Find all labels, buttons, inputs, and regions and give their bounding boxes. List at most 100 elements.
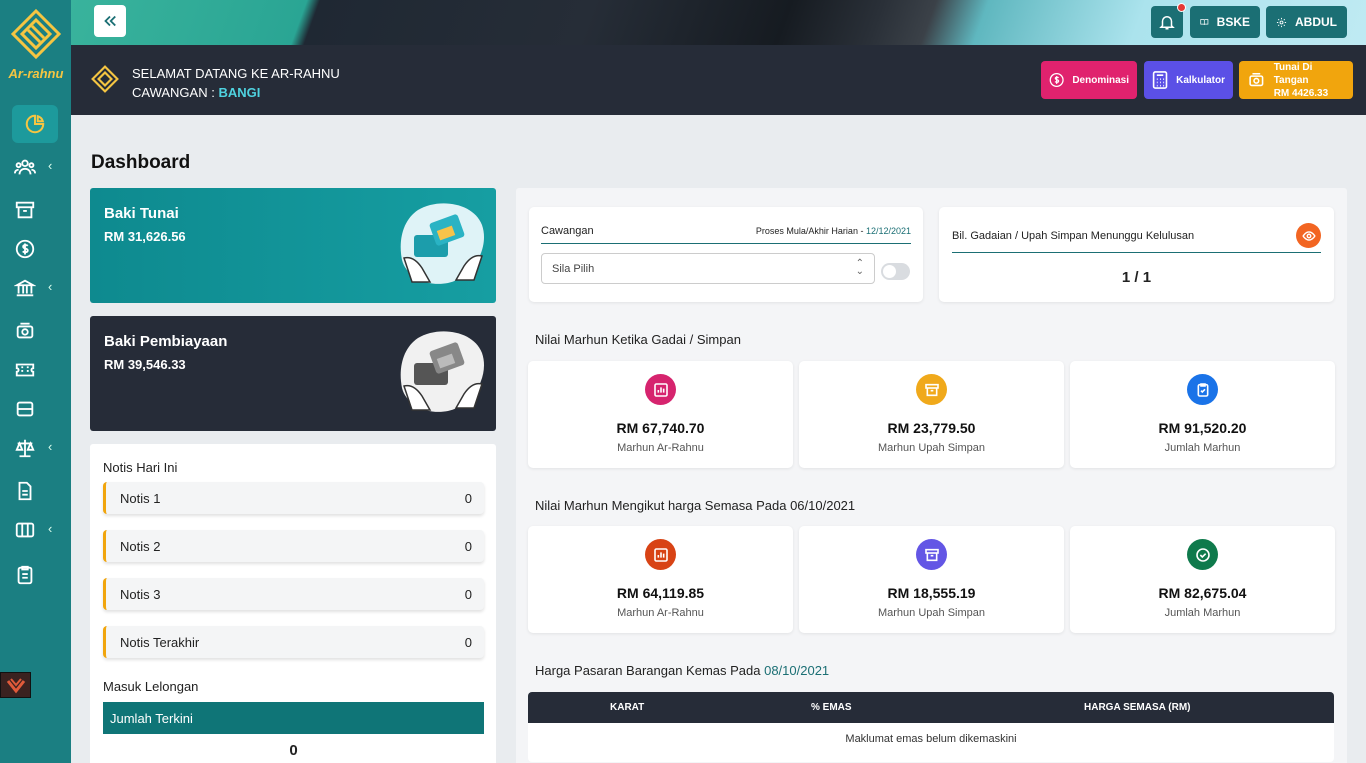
sidebar-item-columns[interactable]: ‹	[12, 511, 58, 549]
pie-chart-icon	[25, 114, 45, 134]
columns-icon	[15, 522, 35, 538]
dollar-circle-icon	[1049, 72, 1064, 88]
baki-pembiayaan-card: Baki Pembiayaan RM 39,546.33	[90, 316, 496, 431]
bske-button[interactable]: BSKE	[1190, 6, 1260, 38]
sidebar-item-document[interactable]	[12, 472, 58, 510]
welcome-text: SELAMAT DATANG KE AR-RAHNU CAWANGAN : BA…	[132, 64, 340, 102]
stat-card: RM 64,119.85 Marhun Ar-Rahnu	[528, 526, 793, 633]
archive-icon	[15, 201, 35, 219]
harga-date: 08/10/2021	[764, 663, 830, 678]
scale-icon	[15, 439, 35, 458]
stat-amount: RM 23,779.50	[887, 420, 976, 436]
user-menu-button[interactable]: ABDUL	[1266, 6, 1347, 38]
stat-label: Marhun Ar-Rahnu	[617, 607, 704, 619]
bar-chart-icon	[645, 539, 676, 570]
sidebar-item-wallet[interactable]	[12, 390, 58, 428]
stat-label: Jumlah Marhun	[1164, 607, 1241, 619]
notice-label: Notis 3	[120, 586, 161, 602]
sidebar-item-customers[interactable]: ‹	[12, 148, 58, 186]
notice-item[interactable]: Notis Terakhir 0	[103, 626, 484, 658]
chevron-left-icon: ‹	[48, 439, 53, 454]
wallet-hands-illustration-icon	[400, 331, 485, 412]
stat-amount: RM 64,119.85	[616, 585, 705, 601]
approval-value: 1 / 1	[1121, 269, 1152, 286]
branch-prefix: CAWANGAN :	[132, 85, 219, 100]
kalkulator-button[interactable]: Kalkulator	[1144, 61, 1233, 99]
clipboard-check-icon	[1187, 374, 1218, 405]
brand-logo[interactable]: Ar-rahnu	[8, 8, 64, 88]
sidebar-item-cash[interactable]	[12, 312, 58, 350]
gear-icon	[1276, 17, 1287, 27]
proses-label: Proses Mula/Akhir Harian -	[755, 226, 866, 236]
column-header: % EMAS	[811, 702, 852, 713]
lelongan-header: Jumlah Terkini	[103, 702, 484, 734]
sidebar-item-dashboard[interactable]	[12, 105, 58, 143]
tunai-text: Tunai Di Tangan RM 4426.33	[1274, 61, 1345, 100]
toggle-switch[interactable]	[881, 263, 910, 280]
check-circle-icon	[1187, 539, 1218, 570]
archive-icon	[916, 539, 947, 570]
notice-item[interactable]: Notis 2 0	[103, 530, 484, 562]
users-icon	[14, 159, 36, 175]
dollar-circle-icon	[15, 239, 35, 259]
cash-icon	[16, 322, 34, 339]
stat-label: Marhun Upah Simpan	[877, 442, 985, 454]
denominasi-label: Denominasi	[1072, 74, 1129, 86]
notification-dot	[1177, 3, 1186, 12]
chevron-left-icon: ‹	[48, 521, 53, 536]
notice-count: 0	[464, 538, 472, 554]
branch-name: BANGI	[218, 85, 261, 100]
harga-heading: Harga Pasaran Barangan Kemas Pada 08/10/…	[535, 663, 829, 678]
cawangan-box: Cawangan Proses Mula/Akhir Harian - 12/1…	[529, 207, 923, 302]
stat-label: Marhun Ar-Rahnu	[617, 442, 704, 454]
tunai-value: RM 4426.33	[1273, 87, 1329, 99]
approval-box: Bil. Gadaian / Upah Simpan Menunggu Kelu…	[939, 207, 1334, 302]
logo-icon	[10, 8, 62, 60]
column-header: HARGA SEMASA (RM)	[1084, 702, 1191, 713]
top-bar: BSKE ABDUL	[71, 0, 1366, 45]
wallet-hands-illustration-icon	[400, 203, 485, 284]
collapse-sidebar-button[interactable]	[94, 5, 126, 37]
stat-card: RM 23,779.50 Marhun Upah Simpan	[799, 361, 1064, 468]
denominasi-button[interactable]: Denominasi	[1041, 61, 1137, 99]
bar-chart-icon	[645, 374, 676, 405]
right-panel: Cawangan Proses Mula/Akhir Harian - 12/1…	[516, 188, 1347, 763]
proses-info: Proses Mula/Akhir Harian - 12/12/2021	[756, 226, 911, 236]
view-button[interactable]	[1296, 223, 1321, 248]
nilai-gadai-heading: Nilai Marhun Ketika Gadai / Simpan	[535, 332, 741, 347]
divider	[952, 252, 1321, 253]
double-chevron-left-icon	[104, 15, 116, 27]
notifications-button[interactable]	[1151, 3, 1186, 38]
bank-icon	[14, 279, 36, 297]
sidebar-item-payment[interactable]	[12, 230, 58, 268]
harga-heading-prefix: Harga Pasaran Barangan Kemas Pada	[535, 663, 765, 678]
stat-card: RM 82,675.04 Jumlah Marhun	[1070, 526, 1335, 633]
wallet-icon	[16, 401, 34, 417]
bell-icon	[1159, 16, 1175, 30]
welcome-heading: SELAMAT DATANG KE AR-RAHNU	[132, 66, 340, 81]
cawangan-label: Cawangan	[541, 225, 594, 237]
notice-count: 0	[464, 634, 472, 650]
sidebar-item-ticket[interactable]	[12, 351, 58, 389]
notice-item[interactable]: Notis 1 0	[103, 482, 484, 514]
stat-amount: RM 82,675.04	[1158, 585, 1247, 601]
cawangan-select[interactable]: Sila Pilih ⌃ ⌄	[541, 253, 875, 284]
divider	[541, 243, 911, 244]
proses-date: 12/12/2021	[865, 226, 911, 236]
sidebar-item-clipboard[interactable]	[12, 556, 58, 594]
chevron-left-icon: ‹	[48, 279, 53, 294]
bske-label: BSKE	[1216, 15, 1250, 29]
sidebar-item-bank[interactable]: ‹	[12, 269, 58, 307]
sidebar-item-archive[interactable]	[12, 191, 58, 229]
notice-count: 0	[464, 490, 472, 506]
kalkulator-label: Kalkulator	[1176, 74, 1225, 86]
sidebar-item-scale[interactable]: ‹	[12, 429, 58, 467]
nilai-semasa-heading: Nilai Marhun Mengikut harga Semasa Pada …	[535, 498, 856, 513]
table-header: KARAT % EMAS HARGA SEMASA (RM)	[528, 692, 1334, 723]
baki-pembiayaan-title: Baki Pembiayaan	[104, 333, 228, 350]
tunai-di-tangan-button[interactable]: Tunai Di Tangan RM 4426.33	[1239, 61, 1353, 99]
baki-tunai-value: RM 31,626.56	[104, 229, 186, 244]
user-name: ABDUL	[1295, 15, 1337, 29]
notice-item[interactable]: Notis 3 0	[103, 578, 484, 610]
select-placeholder: Sila Pilih	[552, 263, 595, 275]
